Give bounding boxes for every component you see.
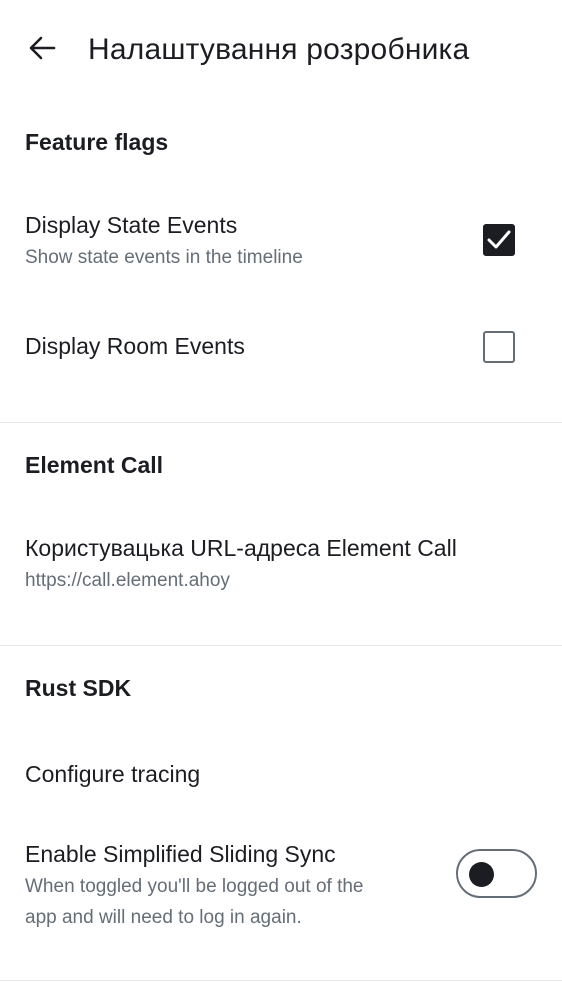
display-room-events-checkbox[interactable]	[483, 331, 515, 363]
display-state-events-checkbox[interactable]	[483, 224, 515, 256]
divider	[0, 645, 562, 646]
custom-element-call-url-row[interactable]: Користувацька URL-адреса Element Call ht…	[0, 518, 562, 613]
display-room-events-row[interactable]: Display Room Events	[0, 300, 562, 395]
custom-element-call-url-title: Користувацька URL-адреса Element Call	[25, 535, 457, 561]
display-state-events-title: Display State Events	[25, 212, 238, 238]
back-button[interactable]	[20, 28, 64, 72]
custom-element-call-url-value: https://call.element.ahoy	[25, 570, 230, 591]
arrow-left-icon	[28, 34, 56, 67]
section-header-feature-flags: Feature flags	[25, 129, 169, 155]
display-room-events-title: Display Room Events	[25, 333, 245, 359]
top-app-bar: Налаштування розробника	[0, 0, 562, 100]
simplified-sliding-sync-toggle[interactable]	[456, 849, 537, 898]
toggle-knob	[469, 862, 494, 887]
simplified-sliding-sync-subtitle-line1: When toggled you'll be logged out of the	[25, 876, 364, 897]
divider	[0, 980, 562, 981]
page-title: Налаштування розробника	[88, 33, 470, 66]
configure-tracing-title: Configure tracing	[25, 761, 201, 787]
section-header-rust-sdk: Rust SDK	[25, 675, 132, 701]
simplified-sliding-sync-subtitle-line2: app and will need to log in again.	[25, 907, 302, 928]
divider	[0, 422, 562, 423]
section-header-element-call: Element Call	[25, 452, 164, 478]
configure-tracing-row[interactable]: Configure tracing	[0, 735, 562, 815]
display-state-events-row[interactable]: Display State Events Show state events i…	[0, 195, 562, 290]
simplified-sliding-sync-title: Enable Simplified Sliding Sync	[25, 841, 336, 867]
display-state-events-subtitle: Show state events in the timeline	[25, 247, 303, 268]
